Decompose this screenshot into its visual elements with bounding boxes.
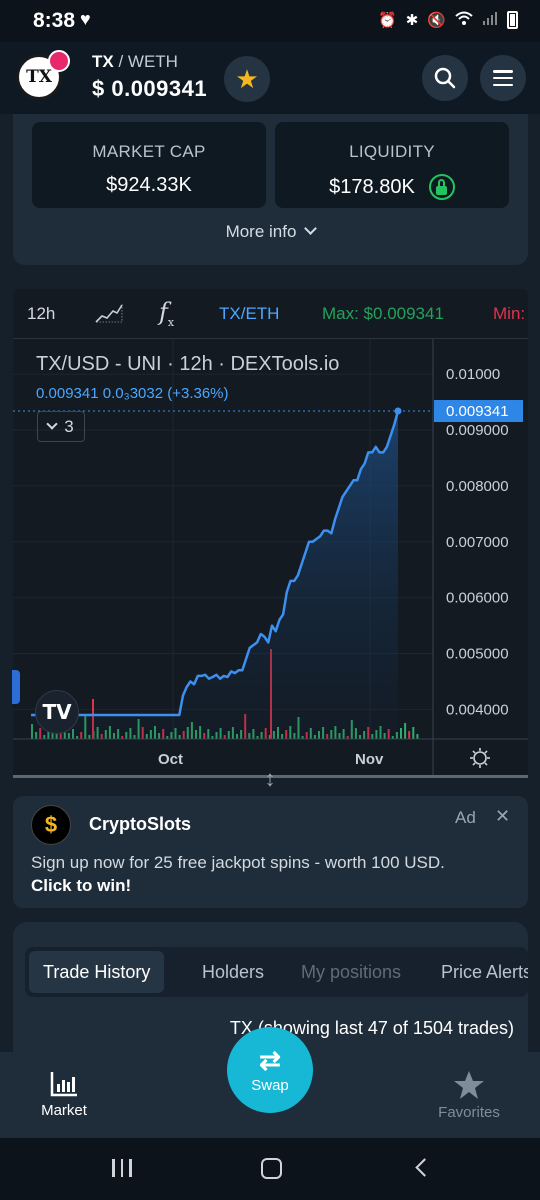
bluetooth-icon: ✱: [405, 12, 419, 29]
ad-tag: Ad: [455, 808, 476, 827]
status-icons: ⏰ ✱ 🔇: [378, 10, 518, 30]
status-bar: 8:38 ♥ ⏰ ✱ 🔇: [0, 0, 540, 42]
chain-badge-icon: [48, 50, 70, 72]
x-tick-label: Nov: [355, 751, 384, 768]
tab-price-alerts[interactable]: Price Alerts: [427, 951, 528, 993]
volume-bar: [408, 731, 411, 739]
tab-my-positions[interactable]: My positions: [287, 951, 415, 993]
ad-text: Sign up now for 25 free jackpot spins - …: [31, 853, 445, 872]
system-navigation: [0, 1138, 540, 1200]
side-panel-handle[interactable]: [12, 670, 20, 704]
chart-max-price: Max: $0.009341: [322, 303, 444, 323]
chart-type-icon[interactable]: [95, 303, 123, 328]
swap-arrows-icon: ⇄: [259, 1044, 281, 1075]
star-icon: ★: [235, 63, 259, 94]
nav-favorites[interactable]: Favorites: [430, 1070, 508, 1121]
chart-title: TX/USD - UNI · 12h · DEXTools.io: [36, 353, 340, 375]
token-header: TX TX / WETH $ 0.009341 ★: [0, 42, 540, 114]
tab-trade-history[interactable]: Trade History: [29, 951, 165, 993]
collapse-indicators-button[interactable]: 3: [37, 411, 85, 442]
volume-bar: [400, 728, 402, 739]
heart-icon: ♥: [80, 9, 91, 29]
interval-selector[interactable]: 12h: [27, 304, 55, 324]
back-icon[interactable]: [415, 1158, 434, 1177]
nav-market[interactable]: Market: [34, 1070, 94, 1119]
chart-legend-values: 0.009341 0.0₃3032 (+3.36%): [36, 385, 229, 402]
clock: 8:38: [33, 9, 76, 32]
more-info-label: More info: [225, 222, 297, 241]
token-info-card: MARKET CAP $924.33K LIQUIDITY $178.80K M…: [13, 114, 528, 265]
chart-pair-toggle[interactable]: TX/ETH: [219, 304, 279, 324]
swap-button[interactable]: ⇄ Swap: [227, 1027, 313, 1113]
price-area: [31, 411, 398, 739]
star-icon: [454, 1071, 484, 1099]
market-cap-box: MARKET CAP $924.33K: [32, 122, 266, 208]
nav-favorites-label: Favorites: [438, 1104, 500, 1121]
signal-icon: [482, 10, 498, 30]
battery-icon: [507, 11, 518, 29]
pair-quote: WETH: [127, 52, 178, 71]
indicators-fx-icon[interactable]: fx: [159, 298, 174, 329]
nav-market-label: Market: [41, 1102, 87, 1119]
mute-icon: 🔇: [427, 12, 446, 29]
ad-banner[interactable]: $ CryptoSlots Ad ✕ Sign up now for 25 fr…: [13, 796, 528, 908]
market-cap-label: MARKET CAP: [92, 142, 206, 161]
trades-tabbar: Trade History Holders My positions Price…: [25, 947, 528, 997]
pair-name: TX / WETH: [92, 52, 178, 72]
current-price-label: 0.009341: [446, 403, 509, 420]
volume-bar: [412, 727, 415, 739]
indicator-count: 3: [64, 416, 74, 436]
y-tick-label: 0.005000: [446, 646, 509, 663]
liquidity-value: $178.80K: [329, 175, 415, 198]
y-tick-label: 0.01000: [446, 366, 500, 383]
tradingview-logo[interactable]: TV: [35, 690, 79, 734]
token-price: $ 0.009341: [92, 76, 208, 101]
close-icon[interactable]: ✕: [495, 806, 510, 827]
chart-canvas[interactable]: 0.004000 0.005000 0.006000 0.007000 0.008000…: [13, 339, 528, 777]
wifi-icon: [455, 11, 473, 29]
liquidity-box: LIQUIDITY $178.80K: [275, 122, 509, 208]
price-chart[interactable]: 12h fx TX/ETH Max: $0.009341 Min: 0.0040…: [13, 289, 528, 777]
chart-min-price: Min:: [493, 303, 526, 323]
y-tick-label: 0.008000: [446, 478, 509, 495]
chart-toolbar: 12h fx TX/ETH Max: $0.009341 Min:: [13, 289, 528, 339]
search-button[interactable]: [422, 55, 468, 101]
more-info-button[interactable]: More info: [13, 222, 528, 248]
x-tick-label: Oct: [158, 751, 183, 768]
resize-handle-icon[interactable]: ↕: [258, 764, 282, 794]
volume-bar: [416, 734, 419, 739]
home-icon[interactable]: [261, 1158, 282, 1179]
recent-apps-icon[interactable]: [112, 1159, 132, 1177]
chevron-down-icon: [304, 222, 318, 235]
liquidity-label: LIQUIDITY: [349, 142, 435, 161]
swap-label: Swap: [251, 1076, 289, 1094]
y-tick-label: 0.006000: [446, 590, 509, 607]
market-cap-value: $924.33K: [106, 174, 192, 196]
chevron-down-icon: [46, 417, 58, 430]
favorite-button[interactable]: ★: [224, 56, 270, 102]
volume-bar: [404, 723, 407, 739]
ad-logo: $: [31, 805, 71, 845]
pair-separator: /: [113, 52, 128, 71]
pair-base: TX: [92, 52, 114, 71]
bar-chart-icon: [50, 1072, 77, 1097]
settings-gear-icon: [470, 748, 490, 768]
hamburger-icon: [493, 70, 513, 86]
lock-icon[interactable]: [428, 174, 455, 200]
ad-cta-link[interactable]: Click to win!: [31, 876, 131, 896]
y-tick-label: 0.004000: [446, 701, 509, 718]
alarm-icon: ⏰: [378, 12, 397, 29]
y-tick-label: 0.007000: [446, 534, 509, 551]
tab-holders[interactable]: Holders: [188, 951, 278, 993]
ad-title: CryptoSlots: [89, 814, 192, 834]
menu-button[interactable]: [480, 55, 526, 101]
y-tick-label: 0.009000: [446, 422, 509, 439]
search-icon: [434, 67, 456, 89]
